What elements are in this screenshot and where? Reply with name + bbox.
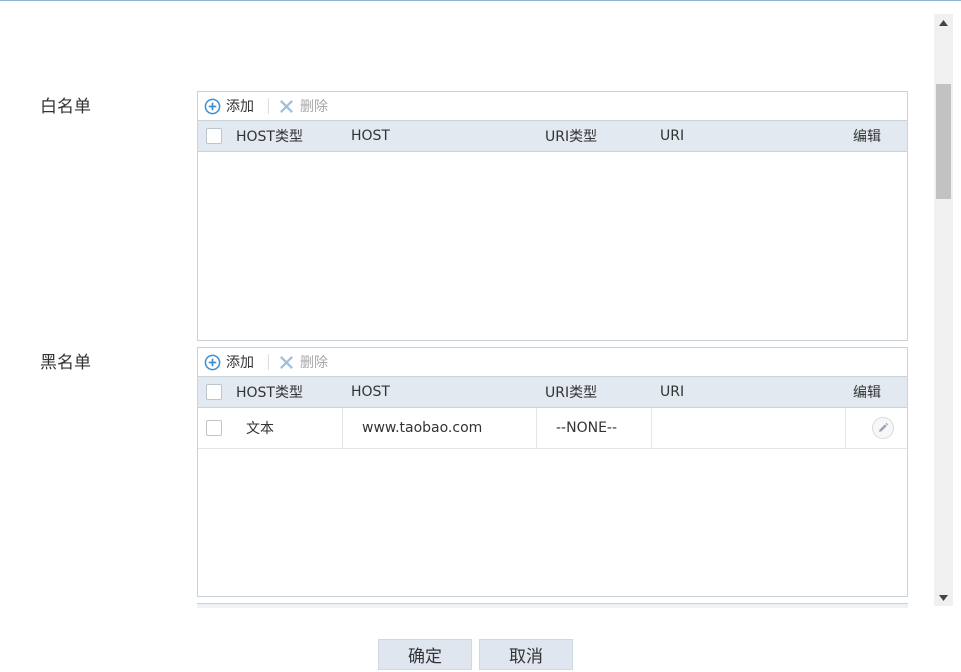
col-uri[interactable]: URI: [660, 377, 684, 407]
delete-icon: [280, 355, 293, 369]
whitelist-delete-button[interactable]: 删除: [278, 92, 328, 120]
scroll-up-button[interactable]: [934, 14, 953, 31]
col-host[interactable]: HOST: [351, 121, 390, 151]
col-edit: 编辑: [853, 129, 881, 145]
arrow-down-icon: [939, 594, 948, 601]
blacklist-delete-button[interactable]: 删除: [278, 348, 328, 376]
add-icon: [204, 98, 221, 114]
col-host[interactable]: HOST: [351, 377, 390, 407]
vertical-scrollbar[interactable]: [934, 14, 953, 606]
cell-uri-type: --NONE--: [556, 420, 618, 436]
col-uri-type[interactable]: URI类型: [545, 377, 597, 407]
whitelist-toolbar: 添加 删除: [198, 92, 907, 120]
blacklist-panel: 添加 删除 HOST类型 HOST URI类型 URI 编辑 文本 www.ta…: [197, 347, 908, 597]
cell-host: www.taobao.com: [362, 420, 483, 436]
cell-host-type: 文本: [246, 421, 274, 437]
cell-divider: [342, 408, 343, 448]
row-checkbox[interactable]: [206, 420, 222, 436]
col-edit: 编辑: [853, 385, 881, 401]
add-label: 添加: [226, 355, 254, 371]
window-top-border: [0, 0, 961, 1]
cell-divider: [651, 408, 652, 448]
whitelist-grid-header: HOST类型 HOST URI类型 URI 编辑: [198, 120, 907, 152]
delete-icon: [280, 99, 293, 113]
pencil-icon: [879, 422, 889, 432]
col-uri-type[interactable]: URI类型: [545, 121, 597, 151]
col-host-type[interactable]: HOST类型: [236, 377, 303, 407]
arrow-up-icon: [939, 19, 948, 26]
whitelist-label: 白名单: [40, 97, 91, 117]
next-panel-edge: [197, 603, 908, 608]
toolbar-separator: [268, 98, 269, 114]
blacklist-label: 黑名单: [40, 353, 91, 373]
blacklist-toolbar: 添加 删除: [198, 348, 907, 376]
cancel-button[interactable]: 取消: [479, 639, 573, 670]
col-uri[interactable]: URI: [660, 121, 684, 151]
add-label: 添加: [226, 99, 254, 115]
table-row[interactable]: 文本 www.taobao.com --NONE--: [198, 408, 907, 449]
select-all-checkbox[interactable]: [206, 128, 222, 144]
blacklist-grid-body: 文本 www.taobao.com --NONE--: [198, 408, 907, 596]
whitelist-add-button[interactable]: 添加: [204, 92, 254, 120]
whitelist-panel: 添加 删除 HOST类型 HOST URI类型 URI 编辑: [197, 91, 908, 341]
scroll-thumb[interactable]: [936, 84, 951, 199]
select-all-checkbox[interactable]: [206, 384, 222, 400]
confirm-button[interactable]: 确定: [378, 639, 472, 670]
delete-label: 删除: [300, 355, 328, 371]
edit-row-button[interactable]: [872, 417, 894, 439]
cell-divider: [845, 408, 846, 448]
scroll-down-button[interactable]: [934, 589, 953, 606]
whitelist-grid-body: [198, 152, 907, 340]
blacklist-grid-header: HOST类型 HOST URI类型 URI 编辑: [198, 376, 907, 408]
toolbar-separator: [268, 354, 269, 370]
delete-label: 删除: [300, 99, 328, 115]
blacklist-add-button[interactable]: 添加: [204, 348, 254, 376]
add-icon: [204, 354, 221, 370]
col-host-type[interactable]: HOST类型: [236, 121, 303, 151]
cell-divider: [536, 408, 537, 448]
